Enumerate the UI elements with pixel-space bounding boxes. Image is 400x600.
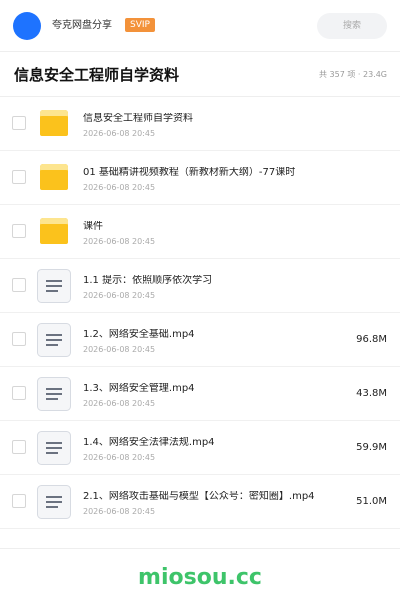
item-date: 2026-06-08 20:45 — [83, 507, 156, 516]
document-icon — [37, 323, 71, 357]
page-title: 信息安全工程师自学资料 — [14, 66, 180, 84]
site-watermark: miosou.cc — [138, 565, 262, 590]
item-summary: 共 357 项 · 23.4G — [319, 70, 387, 79]
list-item[interactable]: 1.2、网络安全基础.mp4 2026-06-08 20:45 96.8M — [0, 313, 400, 367]
list-item[interactable]: 2.1、网络攻击基础与模型【公众号：密知圈】.mp4 2026-06-08 20… — [0, 475, 400, 529]
account-name: 夸克网盘分享 — [52, 20, 112, 31]
list-item[interactable]: 01 基础精讲视频教程（新教材新大纲）-77课时 2026-06-08 20:4… — [0, 151, 400, 205]
search-input[interactable] — [317, 13, 387, 39]
svip-badge: SVIP — [125, 18, 155, 32]
list-item[interactable]: 1.4、网络安全法律法规.mp4 2026-06-08 20:45 59.9M — [0, 421, 400, 475]
item-name: 01 基础精讲视频教程（新教材新大纲）-77课时 — [83, 167, 296, 178]
document-icon — [37, 431, 71, 465]
row-checkbox[interactable] — [12, 278, 26, 292]
item-name: 1.2、网络安全基础.mp4 — [83, 329, 195, 340]
item-name: 1.4、网络安全法律法规.mp4 — [83, 437, 215, 448]
item-date: 2026-06-08 20:45 — [83, 291, 156, 300]
row-checkbox[interactable] — [12, 170, 26, 184]
document-icon — [37, 269, 71, 303]
row-checkbox[interactable] — [12, 116, 26, 130]
list-item[interactable]: 1.3、网络安全管理.mp4 2026-06-08 20:45 43.8M — [0, 367, 400, 421]
folder-icon — [40, 218, 68, 244]
row-checkbox[interactable] — [12, 332, 26, 346]
list-item[interactable]: 信息安全工程师自学资料 2026-06-08 20:45 — [0, 97, 400, 151]
folder-icon — [40, 164, 68, 190]
row-checkbox[interactable] — [12, 494, 26, 508]
item-name: 1.1 提示：依照顺序依次学习 — [83, 275, 213, 286]
list-item[interactable]: 课件 2026-06-08 20:45 — [0, 205, 400, 259]
item-size: 43.8M — [356, 388, 387, 399]
item-size: 96.8M — [356, 334, 387, 345]
item-date: 2026-06-08 20:45 — [83, 183, 156, 192]
document-icon — [37, 377, 71, 411]
file-list: 信息安全工程师自学资料 2026-06-08 20:45 01 基础精讲视频教程… — [0, 97, 400, 529]
folder-icon — [40, 110, 68, 136]
title-bar: 信息安全工程师自学资料 共 357 项 · 23.4G — [0, 52, 400, 97]
item-name: 课件 — [83, 221, 103, 232]
row-checkbox[interactable] — [12, 440, 26, 454]
item-name: 信息安全工程师自学资料 — [83, 113, 193, 124]
footer: miosou.cc — [0, 548, 400, 600]
item-size: 51.0M — [356, 496, 387, 507]
item-date: 2026-06-08 20:45 — [83, 453, 156, 462]
item-date: 2026-06-08 20:45 — [83, 129, 156, 138]
item-date: 2026-06-08 20:45 — [83, 237, 156, 246]
item-date: 2026-06-08 20:45 — [83, 399, 156, 408]
row-checkbox[interactable] — [12, 386, 26, 400]
item-date: 2026-06-08 20:45 — [83, 345, 156, 354]
item-name: 2.1、网络攻击基础与模型【公众号：密知圈】.mp4 — [83, 491, 315, 502]
row-checkbox[interactable] — [12, 224, 26, 238]
header-bar: 夸克网盘分享 SVIP — [0, 0, 400, 52]
item-name: 1.3、网络安全管理.mp4 — [83, 383, 195, 394]
list-item[interactable]: 1.1 提示：依照顺序依次学习 2026-06-08 20:45 — [0, 259, 400, 313]
item-size: 59.9M — [356, 442, 387, 453]
document-icon — [37, 485, 71, 519]
avatar[interactable] — [13, 12, 41, 40]
